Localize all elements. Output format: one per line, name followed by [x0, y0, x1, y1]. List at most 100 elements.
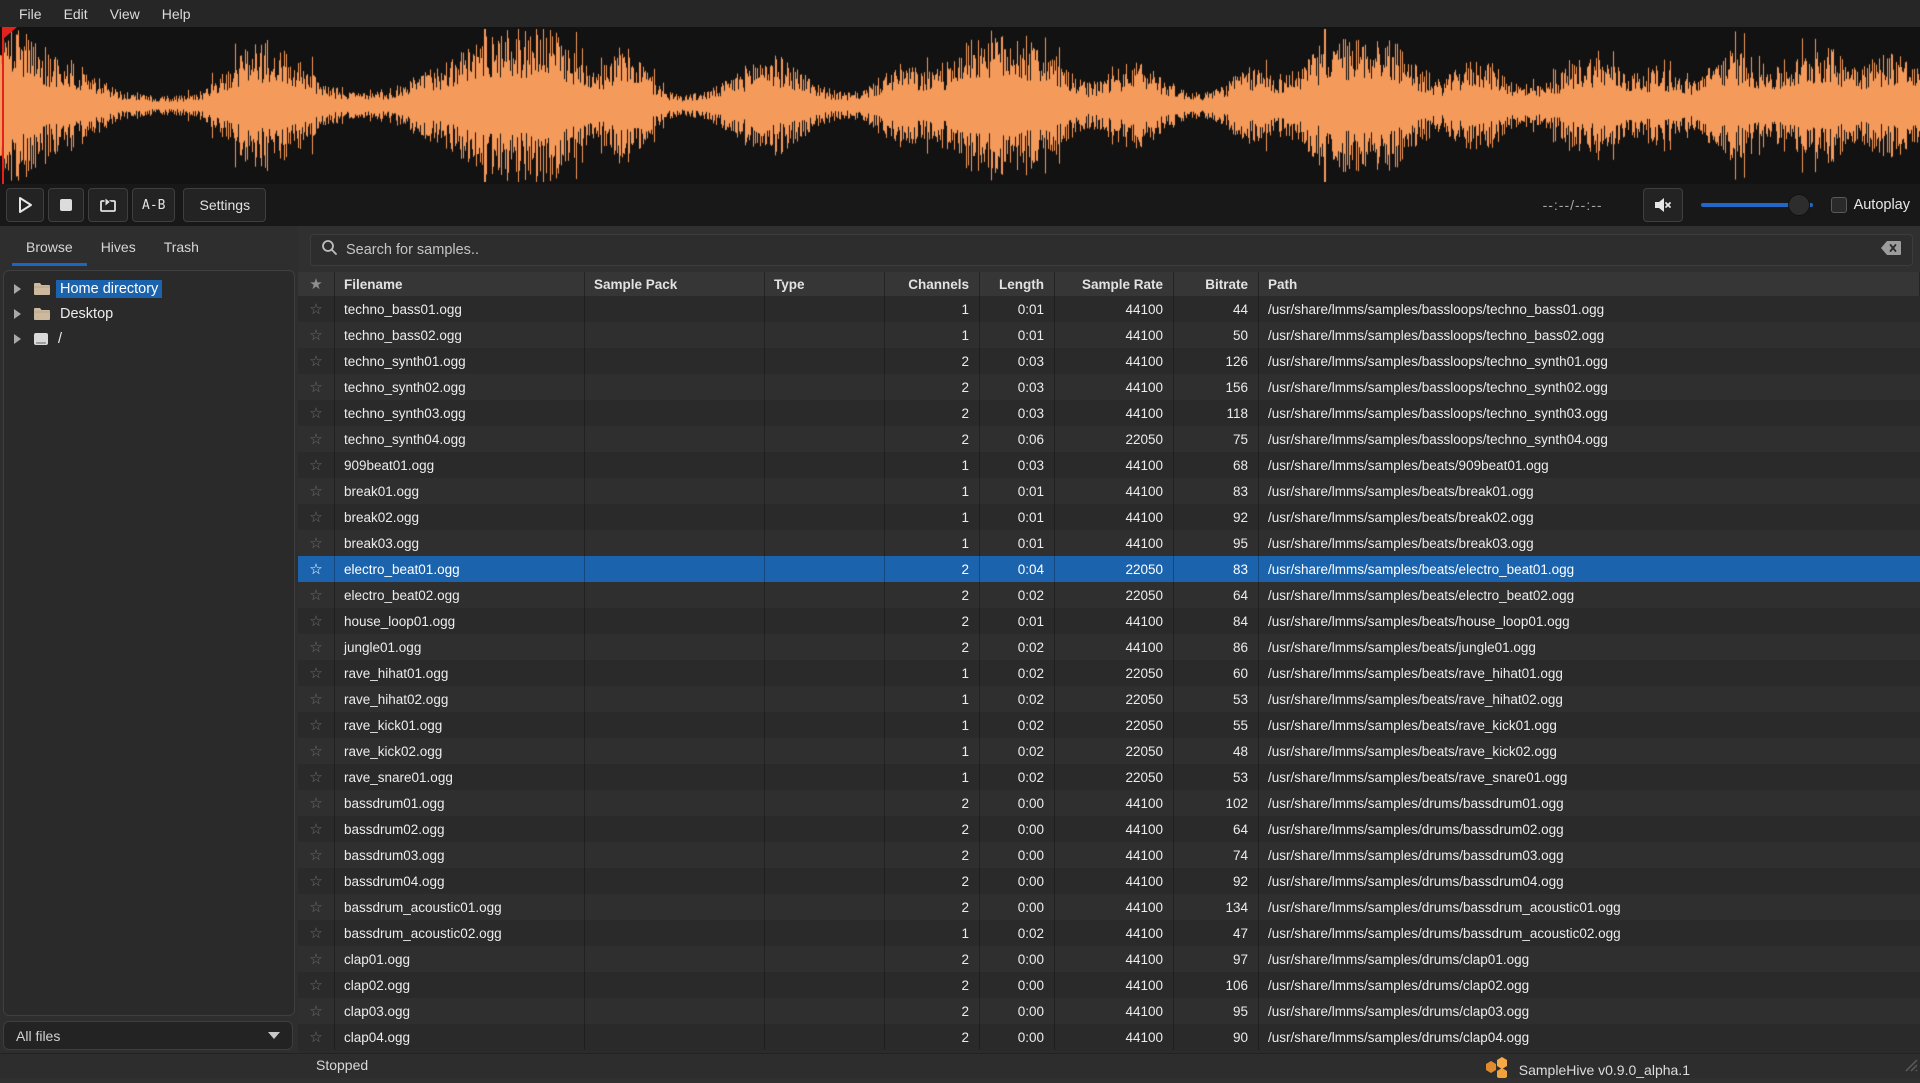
volume-thumb[interactable]	[1788, 194, 1810, 216]
play-button[interactable]	[6, 188, 44, 222]
cell-bitrate: 106	[1174, 972, 1259, 998]
cell-path: /usr/share/lmms/samples/drums/bassdrum02…	[1259, 816, 1920, 842]
ab-loop-button[interactable]: A-B	[132, 188, 175, 222]
row-favorite-star-icon[interactable]: ☆	[298, 478, 335, 504]
table-row[interactable]: ☆bassdrum_acoustic01.ogg20:0044100134/us…	[298, 894, 1920, 920]
autoplay-checkbox[interactable]	[1831, 197, 1847, 213]
table-row[interactable]: ☆techno_synth04.ogg20:062205075/usr/shar…	[298, 426, 1920, 452]
row-favorite-star-icon[interactable]: ☆	[298, 504, 335, 530]
table-row[interactable]: ☆break03.ogg10:014410095/usr/share/lmms/…	[298, 530, 1920, 556]
header-sample-pack[interactable]: Sample Pack	[585, 272, 765, 296]
table-row[interactable]: ☆break02.ogg10:014410092/usr/share/lmms/…	[298, 504, 1920, 530]
clear-search-icon[interactable]	[1880, 240, 1902, 261]
expand-caret-icon[interactable]	[14, 334, 21, 344]
row-favorite-star-icon[interactable]: ☆	[298, 1024, 335, 1050]
row-favorite-star-icon[interactable]: ☆	[298, 946, 335, 972]
row-favorite-star-icon[interactable]: ☆	[298, 530, 335, 556]
search-bar[interactable]: Search for samples..	[310, 234, 1913, 266]
row-favorite-star-icon[interactable]: ☆	[298, 894, 335, 920]
tab-trash[interactable]: Trash	[150, 232, 213, 266]
row-favorite-star-icon[interactable]: ☆	[298, 322, 335, 348]
table-row[interactable]: ☆break01.ogg10:014410083/usr/share/lmms/…	[298, 478, 1920, 504]
file-filter-dropdown[interactable]: All files	[3, 1021, 293, 1050]
header-sample-rate[interactable]: Sample Rate	[1055, 272, 1174, 296]
waveform-view[interactable]	[0, 27, 1920, 184]
table-row[interactable]: ☆electro_beat01.ogg20:042205083/usr/shar…	[298, 556, 1920, 582]
row-favorite-star-icon[interactable]: ☆	[298, 556, 335, 582]
row-favorite-star-icon[interactable]: ☆	[298, 452, 335, 478]
table-row[interactable]: ☆bassdrum04.ogg20:004410092/usr/share/lm…	[298, 868, 1920, 894]
table-row[interactable]: ☆clap02.ogg20:0044100106/usr/share/lmms/…	[298, 972, 1920, 998]
menu-edit[interactable]: Edit	[53, 2, 99, 26]
search-input[interactable]: Search for samples..	[346, 242, 1880, 258]
row-favorite-star-icon[interactable]: ☆	[298, 634, 335, 660]
table-row[interactable]: ☆techno_synth02.ogg20:0344100156/usr/sha…	[298, 374, 1920, 400]
table-row[interactable]: ☆bassdrum01.ogg20:0044100102/usr/share/l…	[298, 790, 1920, 816]
header-channels[interactable]: Channels	[885, 272, 980, 296]
expand-caret-icon[interactable]	[14, 284, 21, 294]
row-favorite-star-icon[interactable]: ☆	[298, 296, 335, 322]
table-row[interactable]: ☆techno_synth03.ogg20:0344100118/usr/sha…	[298, 400, 1920, 426]
table-row[interactable]: ☆rave_hihat01.ogg10:022205060/usr/share/…	[298, 660, 1920, 686]
header-filename[interactable]: Filename	[335, 272, 585, 296]
table-row[interactable]: ☆bassdrum03.ogg20:004410074/usr/share/lm…	[298, 842, 1920, 868]
table-row[interactable]: ☆rave_kick02.ogg10:022205048/usr/share/l…	[298, 738, 1920, 764]
row-favorite-star-icon[interactable]: ☆	[298, 608, 335, 634]
header-favorite-star-icon[interactable]: ★	[298, 272, 335, 296]
table-row[interactable]: ☆clap03.ogg20:004410095/usr/share/lmms/s…	[298, 998, 1920, 1024]
row-favorite-star-icon[interactable]: ☆	[298, 790, 335, 816]
row-favorite-star-icon[interactable]: ☆	[298, 686, 335, 712]
row-favorite-star-icon[interactable]: ☆	[298, 660, 335, 686]
menu-view[interactable]: View	[99, 2, 151, 26]
table-row[interactable]: ☆clap04.ogg20:004410090/usr/share/lmms/s…	[298, 1024, 1920, 1050]
settings-button[interactable]: Settings	[183, 188, 266, 222]
expand-caret-icon[interactable]	[14, 309, 21, 319]
table-row[interactable]: ☆techno_bass01.ogg10:014410044/usr/share…	[298, 296, 1920, 322]
row-favorite-star-icon[interactable]: ☆	[298, 972, 335, 998]
row-favorite-star-icon[interactable]: ☆	[298, 582, 335, 608]
tree-item-root[interactable]: /	[4, 326, 294, 351]
row-favorite-star-icon[interactable]: ☆	[298, 842, 335, 868]
tree-item-home[interactable]: Home directory	[4, 276, 294, 301]
row-favorite-star-icon[interactable]: ☆	[298, 738, 335, 764]
row-favorite-star-icon[interactable]: ☆	[298, 868, 335, 894]
header-bitrate[interactable]: Bitrate	[1174, 272, 1259, 296]
row-favorite-star-icon[interactable]: ☆	[298, 998, 335, 1024]
table-row[interactable]: ☆electro_beat02.ogg20:022205064/usr/shar…	[298, 582, 1920, 608]
cell-sample-rate: 44100	[1055, 322, 1174, 348]
header-path[interactable]: Path	[1259, 272, 1920, 296]
table-row[interactable]: ☆techno_synth01.ogg20:0344100126/usr/sha…	[298, 348, 1920, 374]
menu-file[interactable]: File	[8, 2, 53, 26]
table-row[interactable]: ☆rave_hihat02.ogg10:022205053/usr/share/…	[298, 686, 1920, 712]
table-row[interactable]: ☆clap01.ogg20:004410097/usr/share/lmms/s…	[298, 946, 1920, 972]
header-type[interactable]: Type	[765, 272, 885, 296]
table-row[interactable]: ☆techno_bass02.ogg10:014410050/usr/share…	[298, 322, 1920, 348]
table-row[interactable]: ☆909beat01.ogg10:034410068/usr/share/lmm…	[298, 452, 1920, 478]
table-row[interactable]: ☆house_loop01.ogg20:014410084/usr/share/…	[298, 608, 1920, 634]
row-favorite-star-icon[interactable]: ☆	[298, 764, 335, 790]
row-favorite-star-icon[interactable]: ☆	[298, 426, 335, 452]
tree-item-desktop[interactable]: Desktop	[4, 301, 294, 326]
cell-length: 0:00	[980, 946, 1055, 972]
header-length[interactable]: Length	[980, 272, 1055, 296]
resize-grip[interactable]	[1902, 1056, 1918, 1077]
tab-hives[interactable]: Hives	[87, 232, 150, 266]
table-row[interactable]: ☆jungle01.ogg20:024410086/usr/share/lmms…	[298, 634, 1920, 660]
mute-button[interactable]	[1643, 188, 1683, 222]
table-row[interactable]: ☆bassdrum02.ogg20:004410064/usr/share/lm…	[298, 816, 1920, 842]
row-favorite-star-icon[interactable]: ☆	[298, 374, 335, 400]
row-favorite-star-icon[interactable]: ☆	[298, 348, 335, 374]
stop-button[interactable]	[48, 188, 84, 222]
volume-slider[interactable]	[1701, 194, 1813, 216]
loop-button[interactable]	[88, 188, 128, 222]
menu-help[interactable]: Help	[151, 2, 202, 26]
tab-browse[interactable]: Browse	[12, 232, 87, 266]
table-row[interactable]: ☆rave_kick01.ogg10:022205055/usr/share/l…	[298, 712, 1920, 738]
table-row[interactable]: ☆bassdrum_acoustic02.ogg10:024410047/usr…	[298, 920, 1920, 946]
row-favorite-star-icon[interactable]: ☆	[298, 400, 335, 426]
row-favorite-star-icon[interactable]: ☆	[298, 920, 335, 946]
table-row[interactable]: ☆rave_snare01.ogg10:022205053/usr/share/…	[298, 764, 1920, 790]
cell-sample-rate: 44100	[1055, 790, 1174, 816]
row-favorite-star-icon[interactable]: ☆	[298, 816, 335, 842]
row-favorite-star-icon[interactable]: ☆	[298, 712, 335, 738]
